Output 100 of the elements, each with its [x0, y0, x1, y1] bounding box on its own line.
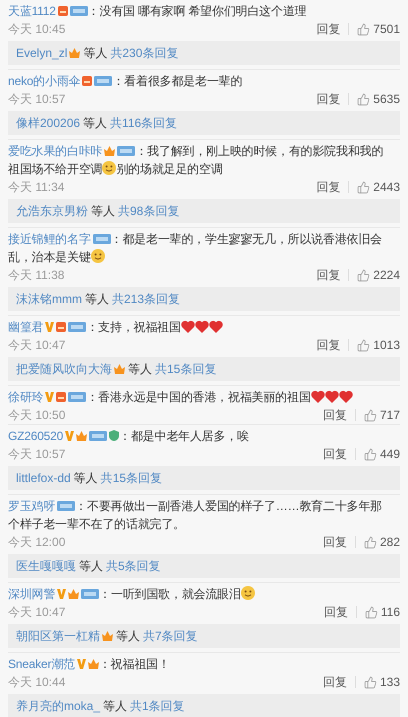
thumbs-up-icon: [357, 338, 370, 352]
replier-name[interactable]: littlefox-dd: [16, 471, 71, 485]
crown-icon: [104, 146, 116, 156]
level-icon: [82, 76, 92, 86]
reply-button[interactable]: 回复: [322, 409, 356, 421]
commenter-name[interactable]: 接近锦鲤的名字: [8, 232, 91, 246]
others-label: 等人: [103, 698, 128, 714]
replier-name[interactable]: 像样200206: [16, 114, 80, 132]
reply-button[interactable]: 回复: [316, 269, 350, 281]
level-icon: [56, 322, 66, 332]
heart-icon: [208, 320, 223, 333]
comment-text: ：祝福祖国！: [98, 657, 170, 671]
time-label: 今天 10:57: [8, 90, 66, 108]
others-label: 等人: [116, 628, 140, 644]
like-button[interactable]: 133: [356, 675, 400, 689]
time-label: 今天 10:45: [8, 20, 66, 38]
reply-button[interactable]: 回复: [324, 606, 357, 618]
comment-text: ：都是老一辈的，学生寥寥无几，所以说香港依旧会: [110, 232, 382, 246]
crown-icon: [102, 631, 113, 641]
replier-name[interactable]: 朝阳区第一杠精: [16, 628, 100, 644]
thumbs-up-icon: [357, 92, 370, 106]
thumbs-up-icon: [357, 22, 370, 36]
reply-button[interactable]: 回复: [322, 536, 356, 548]
replier-name[interactable]: 把爱随风吹向大海: [16, 360, 112, 378]
others-label: 等人: [91, 202, 115, 220]
time-label: 今天 11:34: [8, 178, 64, 196]
reply-count-link[interactable]: 共7条回复: [143, 628, 198, 644]
tag-icon: [89, 431, 108, 441]
like-button[interactable]: 1013: [349, 338, 400, 352]
others-label: 等人: [128, 360, 152, 378]
reply-count-link[interactable]: 共15条回复: [155, 360, 216, 378]
commenter-name[interactable]: 幽篁君: [8, 320, 44, 334]
replier-name[interactable]: 允浩东京男粉: [16, 202, 88, 220]
reply-button[interactable]: 回复: [316, 339, 350, 351]
reply-button[interactable]: 回复: [316, 23, 350, 35]
reply-count-link[interactable]: 共15条回复: [100, 470, 162, 486]
reply-button[interactable]: 回复: [322, 448, 356, 460]
commenter-name[interactable]: 爱吃水果的白咔咔: [8, 144, 102, 158]
smiley-icon: [240, 586, 255, 600]
tag-icon: [117, 146, 136, 156]
others-label: 等人: [74, 470, 98, 486]
others-label: 等人: [83, 114, 108, 132]
commenter-name[interactable]: 徐研玲: [8, 390, 44, 404]
commenter-name[interactable]: neko的小雨伞: [8, 74, 80, 88]
like-button[interactable]: 7501: [349, 22, 400, 36]
reply-count-link[interactable]: 共230条回复: [110, 44, 178, 62]
comment-text: ：我了解到，刚上映的时候，有的影院我和我的: [135, 144, 384, 158]
like-button[interactable]: 282: [356, 535, 400, 549]
time-label: 今天 10:44: [8, 674, 66, 690]
replier-name[interactable]: 医生嘎嘎嘎: [16, 558, 76, 574]
comment-text: ：都是中老年人居多，唉: [119, 429, 249, 443]
verified-icon: [45, 322, 54, 332]
commenter-name[interactable]: GZ260520: [8, 429, 64, 443]
tag-icon: [94, 76, 112, 86]
reply-count-link[interactable]: 共116条回复: [110, 114, 178, 132]
heart-icon: [180, 320, 195, 333]
like-button[interactable]: 717: [356, 408, 400, 422]
comment-text: ：看着很多都是老一辈的: [112, 74, 242, 88]
commenter-name[interactable]: 天蓝1112: [8, 4, 56, 18]
smiley-icon: [90, 249, 105, 263]
commenter-name[interactable]: 深圳网警: [8, 587, 56, 601]
replier-name[interactable]: 沫沫铭mmm: [16, 290, 82, 308]
time-label: 今天 10:47: [8, 336, 66, 354]
tag-icon: [81, 589, 100, 599]
comment-text: 乱，治本是关键: [8, 250, 91, 264]
like-button[interactable]: 5635: [349, 92, 400, 106]
reply-button[interactable]: 回复: [316, 181, 350, 193]
comment-text: ：不要再做出一副香港人爱国的样子了……教育二十多年那: [75, 499, 382, 513]
others-label: 等人: [83, 44, 108, 62]
comment-text: ：香港永远是中国的香港，祝福美丽的祖国: [86, 390, 311, 404]
heart-icon: [310, 390, 325, 403]
others-label: 等人: [85, 290, 109, 308]
reply-count-link[interactable]: 共1条回复: [130, 698, 185, 714]
commenter-name[interactable]: 罗玉鸡呀: [8, 499, 56, 513]
reply-count-link[interactable]: 共5条回复: [106, 558, 161, 574]
commenter-name[interactable]: Sneaker潮范: [8, 657, 75, 671]
thumbs-up-icon: [364, 536, 377, 548]
replier-name[interactable]: 养月亮的moka_: [16, 698, 100, 714]
verified-icon: [45, 392, 54, 402]
like-button[interactable]: 116: [356, 605, 400, 619]
time-label: 今天 10:47: [8, 604, 66, 620]
like-button[interactable]: 449: [356, 447, 400, 461]
thumbs-up-icon: [364, 606, 378, 618]
reply-count-link[interactable]: 共213条回复: [112, 290, 180, 308]
crown-icon: [76, 431, 88, 441]
like-button[interactable]: 2224: [349, 268, 400, 282]
reply-count-link[interactable]: 共98条回复: [118, 202, 180, 220]
heart-icon: [338, 390, 353, 403]
verified-icon: [57, 589, 66, 599]
comment-text: ：支持，祝福祖国: [86, 320, 181, 334]
thumbs-up-icon: [364, 448, 377, 460]
crown-icon: [69, 48, 80, 58]
replier-name[interactable]: Evelyn_zl: [16, 46, 68, 60]
thumbs-up-icon: [357, 268, 370, 282]
level-icon: [56, 392, 66, 402]
reply-button[interactable]: 回复: [316, 93, 350, 105]
like-button[interactable]: 2443: [349, 180, 400, 194]
verified-icon: [65, 431, 74, 441]
reply-button[interactable]: 回复: [322, 676, 356, 688]
time-label: 今天 10:50: [8, 406, 66, 424]
